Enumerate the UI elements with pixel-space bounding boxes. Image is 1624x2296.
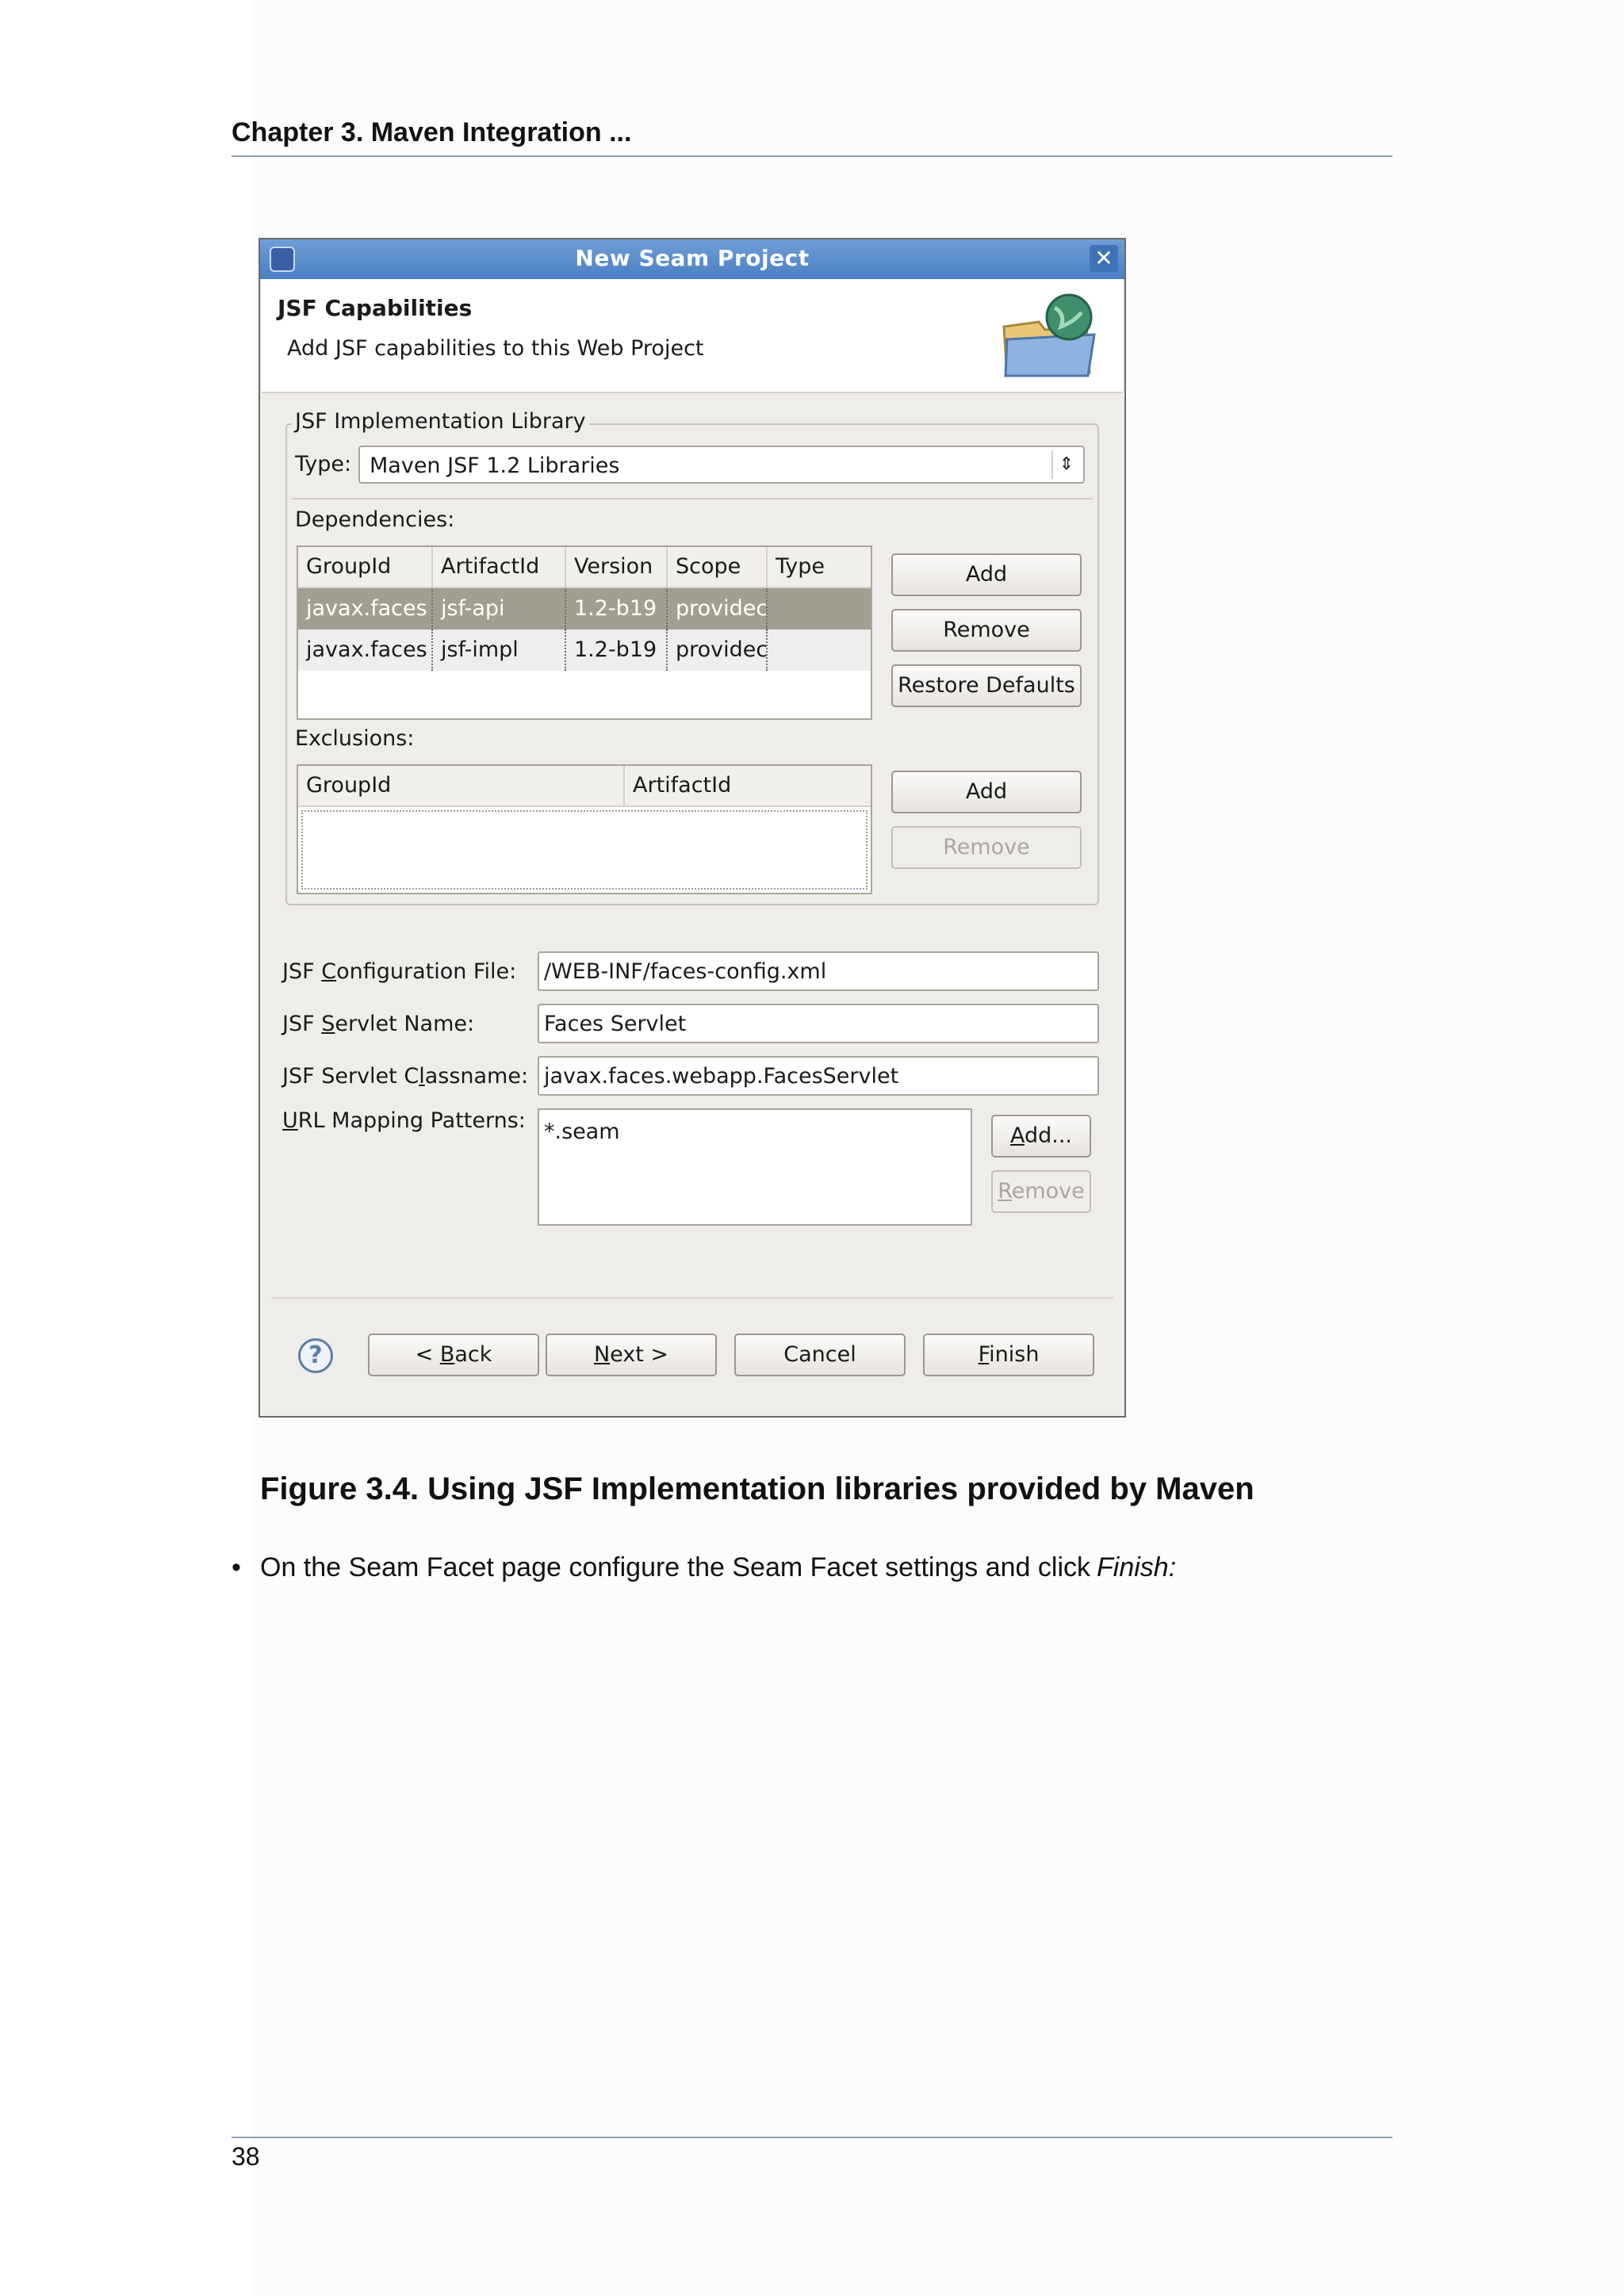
add-exclusion-button[interactable]: Add bbox=[891, 771, 1082, 813]
column-header-groupid[interactable]: GroupId bbox=[298, 766, 625, 806]
type-select-value: Maven JSF 1.2 Libraries bbox=[370, 453, 620, 478]
remove-exclusion-button[interactable]: Remove bbox=[891, 826, 1082, 869]
table-cell: providec bbox=[668, 588, 768, 629]
back-button[interactable]: < Back bbox=[368, 1334, 539, 1376]
add-dependency-button[interactable]: Add bbox=[891, 553, 1082, 596]
table-cell bbox=[768, 629, 871, 671]
bullet-text: On the Seam Facet page configure the Sea… bbox=[260, 1552, 1091, 1582]
table-row[interactable]: javax.faces jsf-api 1.2-b19 providec bbox=[298, 588, 871, 629]
servlet-name-field[interactable]: Faces Servlet bbox=[538, 1004, 1099, 1043]
table-cell: javax.faces bbox=[298, 629, 433, 671]
empty-table-focus bbox=[301, 810, 868, 890]
type-select[interactable]: Maven JSF 1.2 Libraries ⇕ bbox=[358, 446, 1085, 484]
dependencies-label: Dependencies: bbox=[295, 507, 455, 532]
table-cell: javax.faces bbox=[298, 588, 433, 629]
restore-defaults-button[interactable]: Restore Defaults bbox=[891, 664, 1082, 707]
url-patterns-label: URL Mapping Patterns: bbox=[282, 1108, 526, 1133]
table-cell: 1.2-b19 bbox=[566, 629, 668, 671]
table-cell: 1.2-b19 bbox=[566, 588, 668, 629]
header-rule bbox=[232, 155, 1392, 157]
bullet-emphasis: Finish: bbox=[1097, 1552, 1177, 1582]
add-url-pattern-button[interactable]: Add... bbox=[991, 1115, 1091, 1158]
bullet-item: • On the Seam Facet page configure the Se… bbox=[232, 1552, 1176, 1583]
list-item[interactable]: *.seam bbox=[544, 1119, 620, 1144]
table-cell: providec bbox=[668, 629, 768, 671]
exclusions-table[interactable]: GroupId ArtifactId bbox=[297, 764, 872, 894]
servlet-classname-label: JSF Servlet Classname: bbox=[282, 1064, 529, 1089]
dialog-title: New Seam Project bbox=[575, 245, 810, 271]
table-cell: jsf-impl bbox=[433, 629, 566, 671]
column-header-version[interactable]: Version bbox=[566, 547, 668, 587]
dependencies-table-header: GroupId ArtifactId Version Scope Type bbox=[298, 547, 871, 588]
exclusions-label: Exclusions: bbox=[295, 726, 415, 751]
column-header-artifactid[interactable]: ArtifactId bbox=[625, 766, 871, 806]
exclusions-table-header: GroupId ArtifactId bbox=[298, 766, 871, 807]
servlet-name-label: JSF Servlet Name: bbox=[282, 1012, 475, 1036]
column-header-artifactid[interactable]: ArtifactId bbox=[433, 547, 566, 587]
table-cell bbox=[768, 588, 871, 629]
config-file-field[interactable]: /WEB-INF/faces-config.xml bbox=[538, 951, 1099, 991]
remove-dependency-button[interactable]: Remove bbox=[891, 609, 1082, 652]
figure-caption: Figure 3.4. Using JSF Implementation lib… bbox=[260, 1471, 1254, 1506]
remove-url-pattern-button[interactable]: Remove bbox=[991, 1170, 1091, 1213]
column-header-type[interactable]: Type bbox=[768, 547, 871, 587]
table-cell: jsf-api bbox=[433, 588, 566, 629]
running-head: Chapter 3. Maven Integration ... bbox=[232, 117, 632, 147]
wizard-banner: JSF Capabilities Add JSF capabilities to… bbox=[262, 279, 1123, 393]
dependencies-table[interactable]: GroupId ArtifactId Version Scope Type ja… bbox=[297, 545, 872, 720]
footer-rule bbox=[232, 2137, 1392, 2138]
page-number: 38 bbox=[232, 2142, 260, 2171]
column-header-groupid[interactable]: GroupId bbox=[298, 547, 433, 587]
close-icon[interactable]: ✕ bbox=[1090, 245, 1118, 272]
finish-button[interactable]: Finish bbox=[923, 1334, 1094, 1376]
banner-description: Add JSF capabilities to this Web Project bbox=[287, 336, 704, 361]
next-button[interactable]: Next > bbox=[546, 1334, 717, 1376]
dialog-titlebar: New Seam Project ✕ bbox=[260, 239, 1124, 279]
column-header-scope[interactable]: Scope bbox=[668, 547, 768, 587]
table-row[interactable]: javax.faces jsf-impl 1.2-b19 providec bbox=[298, 629, 871, 671]
type-label: Type: bbox=[295, 452, 352, 476]
group-legend: JSF Implementation Library bbox=[292, 409, 589, 434]
url-patterns-list[interactable]: *.seam bbox=[538, 1108, 972, 1226]
banner-title: JSF Capabilities bbox=[278, 295, 473, 321]
new-seam-project-dialog: New Seam Project ✕ JSF Capabilities Add … bbox=[259, 238, 1126, 1418]
config-file-label: JSF Configuration File: bbox=[282, 959, 517, 984]
help-icon[interactable]: ? bbox=[298, 1338, 333, 1373]
folder-globe-icon bbox=[1002, 293, 1096, 377]
group-separator bbox=[292, 498, 1093, 499]
footer-separator bbox=[271, 1297, 1113, 1299]
select-arrows-icon: ⇕ bbox=[1051, 450, 1080, 479]
servlet-classname-field[interactable]: javax.faces.webapp.FacesServlet bbox=[538, 1056, 1099, 1096]
cancel-button[interactable]: Cancel bbox=[734, 1334, 906, 1376]
bullet-marker: • bbox=[232, 1552, 241, 1582]
